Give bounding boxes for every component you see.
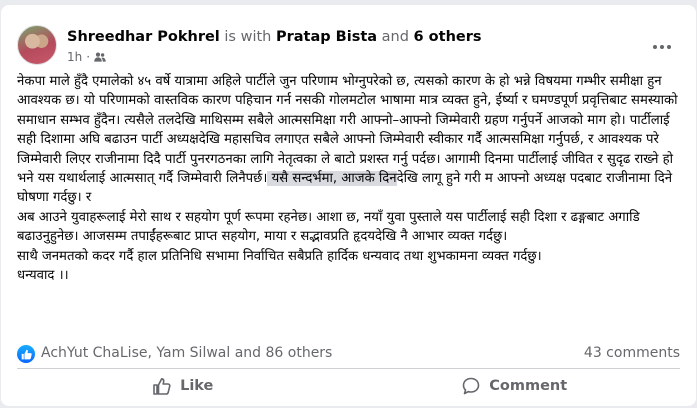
post-meta: 1h · xyxy=(67,50,106,64)
like-reaction-icon[interactable] xyxy=(17,345,35,363)
comment-count[interactable]: 43 comments xyxy=(584,345,680,361)
with-text: is with xyxy=(224,29,272,45)
thumbs-up-icon xyxy=(21,349,32,359)
comment-button[interactable]: Comment xyxy=(349,371,681,401)
dot-icon xyxy=(667,45,671,49)
post-time[interactable]: 1h xyxy=(67,50,82,64)
comment-label: Comment xyxy=(489,378,568,394)
post-paragraph: नेकपा माले हुँदै एमालेको ४५ वर्षे यात्रा… xyxy=(17,72,682,208)
thumbs-up-icon xyxy=(153,378,171,395)
post-paragraph: साथै जनमतको कदर गर्दै हाल प्रतिनिधि सभाम… xyxy=(17,247,682,266)
post-header: Shreedhar Pokhrel is with Pratap Bista a… xyxy=(17,17,680,65)
like-label: Like xyxy=(180,378,214,394)
divider xyxy=(17,368,680,369)
reaction-names[interactable]: AchYut ChaLise, Yam Silwal and 86 others xyxy=(41,345,332,361)
post-paragraph: अब आउने युवाहरूलाई मेरो साथ र सहयोग पूर्… xyxy=(17,208,682,247)
paragraph-text: नेकपा माले हुँदै एमालेको ४५ वर्षे यात्रा… xyxy=(17,74,682,187)
author-name[interactable]: Shreedhar Pokhrel xyxy=(67,29,220,45)
like-button[interactable]: Like xyxy=(17,371,349,401)
reactions-bar: AchYut ChaLise, Yam Silwal and 86 others… xyxy=(17,343,680,365)
post-actions: Like Comment xyxy=(17,371,680,401)
author-line: Shreedhar Pokhrel is with Pratap Bista a… xyxy=(67,29,482,45)
paragraph-text: साथै जनमतको कदर गर्दै हाल प्रतिनिधि सभाम… xyxy=(17,248,542,264)
paragraph-text: धन्यवाद ।। xyxy=(17,268,69,284)
friends-icon[interactable] xyxy=(94,52,106,62)
dot-icon xyxy=(653,45,657,49)
paragraph-text: अब आउने युवाहरूलाई मेरो साथ र सहयोग पूर्… xyxy=(17,209,644,245)
post-card: Shreedhar Pokhrel is with Pratap Bista a… xyxy=(1,5,696,406)
selected-text: यसै सन्दर्भमा, आजके दिन xyxy=(267,171,397,187)
post-text: नेकपा माले हुँदै एमालेको ४५ वर्षे यात्रा… xyxy=(17,72,682,285)
more-options-button[interactable] xyxy=(644,37,680,57)
and-text: and xyxy=(381,29,409,45)
tagged-others[interactable]: 6 others xyxy=(414,29,482,45)
dot-icon xyxy=(660,45,664,49)
comment-icon xyxy=(462,377,480,395)
author-avatar[interactable] xyxy=(17,25,57,65)
meta-separator: · xyxy=(86,50,91,64)
tagged-person[interactable]: Pratap Bista xyxy=(276,29,377,45)
post-paragraph: धन्यवाद ।। xyxy=(17,266,682,285)
